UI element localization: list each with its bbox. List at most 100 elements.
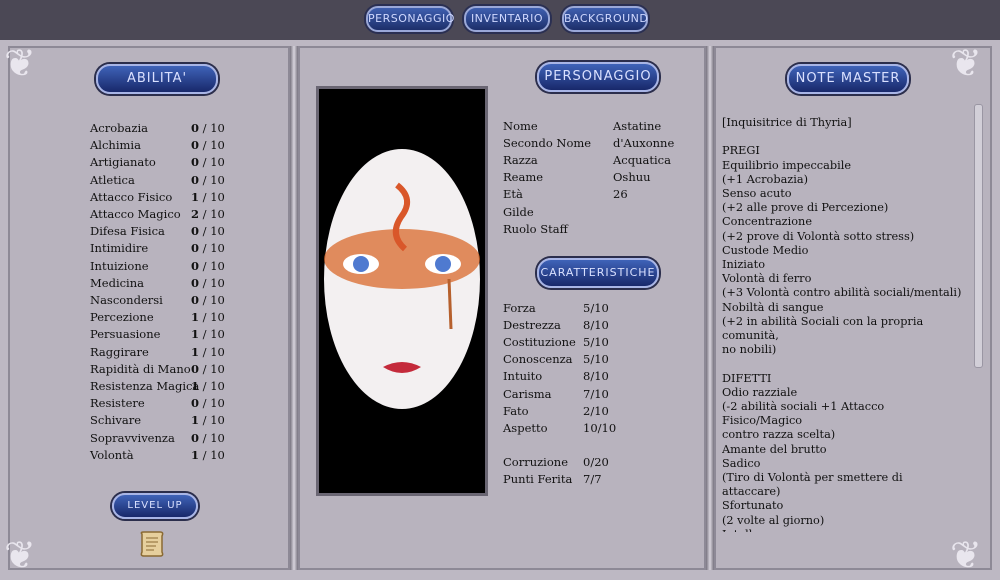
- info-row: Età 26: [503, 186, 693, 202]
- skill-name: Alchimia: [90, 138, 141, 153]
- skill-value: 0 / 10: [191, 396, 225, 411]
- tab-inventario[interactable]: INVENTARIO: [464, 6, 550, 32]
- skill-row: Raggirare 1 / 10: [90, 344, 230, 360]
- skill-value: 0 / 10: [191, 430, 225, 445]
- trait-value: 5/10: [583, 335, 609, 350]
- info-label: Ruolo Staff: [503, 221, 568, 236]
- info-row: Reame Oshuu: [503, 169, 693, 185]
- extra-stat-label: Corruzione: [503, 455, 568, 469]
- skill-row: Alchimia 0 / 10: [90, 137, 230, 153]
- skill-value: 1 / 10: [191, 189, 225, 204]
- skill-name: Raggirare: [90, 344, 149, 359]
- extra-stat-value: 0/20: [583, 455, 609, 469]
- info-label: Razza: [503, 153, 538, 168]
- skill-row: Percezione 1 / 10: [90, 309, 230, 325]
- info-row: Nome Astatine: [503, 118, 693, 134]
- skill-value: 1 / 10: [191, 344, 225, 359]
- info-value: Acquatica: [613, 153, 671, 168]
- character-portrait: [316, 86, 488, 496]
- skill-value: 0 / 10: [191, 224, 225, 239]
- info-label: Reame: [503, 170, 544, 185]
- tab-background[interactable]: BACKGROUND: [562, 6, 648, 32]
- extra-stat-label: Punti Ferita: [503, 472, 573, 487]
- skill-value: 0 / 10: [191, 275, 225, 290]
- info-row: Ruolo Staff: [503, 221, 693, 237]
- skill-row: Artigianato 0 / 10: [90, 154, 230, 170]
- top-navigation-bar: PERSONAGGIO INVENTARIO BACKGROUND: [0, 0, 1000, 42]
- skill-value: 1 / 10: [191, 310, 225, 325]
- trait-label: Forza: [503, 301, 536, 315]
- info-row: Razza Acquatica: [503, 152, 693, 168]
- trait-value: 5/10: [583, 301, 609, 315]
- skill-value: 1 / 10: [191, 413, 225, 428]
- trait-row: Costituzione 5/10: [503, 334, 653, 350]
- skills-title: ABILITA': [96, 64, 218, 94]
- trait-label: Carisma: [503, 386, 552, 401]
- trait-row: Carisma 7/10: [503, 386, 653, 402]
- skill-name: Persuasione: [90, 327, 161, 342]
- trait-row: Aspetto 10/10: [503, 420, 653, 436]
- skill-row: Difesa Fisica 0 / 10: [90, 223, 230, 239]
- trait-value: 8/10: [583, 369, 609, 384]
- notes-title: NOTE MASTER: [787, 64, 909, 94]
- trait-label: Costituzione: [503, 335, 576, 350]
- info-label: Gilde: [503, 204, 534, 219]
- skill-value: 0 / 10: [191, 155, 225, 170]
- skill-row: Attacco Fisico 1 / 10: [90, 189, 230, 205]
- skill-value: 0 / 10: [191, 258, 225, 273]
- scroll-icon[interactable]: [136, 528, 168, 560]
- traits-title: CARATTERISTICHE: [537, 258, 659, 288]
- ornament-corner-icon: ❦: [950, 533, 982, 577]
- skill-name: Volontà: [90, 447, 134, 462]
- skill-name: Resistenza Magica: [90, 379, 200, 393]
- skill-name: Attacco Fisico: [90, 189, 173, 204]
- trait-row: Fato 2/10: [503, 403, 653, 419]
- trait-value: 7/10: [583, 386, 609, 401]
- trait-label: Aspetto: [503, 420, 548, 435]
- skill-row: Intuizione 0 / 10: [90, 258, 230, 274]
- trait-row: Forza 5/10: [503, 300, 653, 316]
- skill-row: Schivare 1 / 10: [90, 412, 230, 428]
- skill-row: Acrobazia 0 / 10: [90, 120, 230, 136]
- notes-scrollbar[interactable]: [974, 104, 983, 368]
- skill-value: 1 / 10: [191, 447, 225, 462]
- info-label: Nome: [503, 119, 538, 133]
- skill-name: Difesa Fisica: [90, 224, 165, 239]
- skill-name: Medicina: [90, 275, 145, 290]
- tab-personaggio[interactable]: PERSONAGGIO: [366, 6, 454, 32]
- skill-value: 0 / 10: [191, 138, 225, 153]
- level-up-button[interactable]: LEVEL UP: [112, 493, 198, 519]
- trait-value: 10/10: [583, 420, 617, 435]
- trait-value: 8/10: [583, 318, 609, 333]
- skill-value: 0 / 10: [191, 172, 225, 187]
- info-label: Secondo Nome: [503, 136, 592, 151]
- skill-row: Volontà 1 / 10: [90, 447, 230, 463]
- trait-label: Fato: [503, 403, 529, 418]
- info-row: Secondo Nome d'Auxonne: [503, 135, 693, 151]
- skill-name: Intuizione: [90, 258, 149, 273]
- portrait-face-icon: [319, 89, 485, 493]
- skill-value: 0 / 10: [191, 121, 225, 135]
- character-title: PERSONAGGIO: [537, 62, 659, 92]
- master-notes-text: [Inquisitrice di Thyria] PREGI Equilibri…: [722, 116, 962, 532]
- skill-value: 0 / 10: [191, 293, 225, 307]
- info-label: Età: [503, 187, 523, 202]
- trait-value: 5/10: [583, 352, 609, 367]
- trait-row: Destrezza 8/10: [503, 317, 653, 333]
- panel-divider: [706, 46, 714, 570]
- skill-name: Rapidità di Mano: [90, 361, 191, 376]
- ornament-corner-icon: ❦: [4, 41, 36, 85]
- skill-row: Nascondersi 0 / 10: [90, 292, 230, 308]
- skill-value: 1 / 10: [191, 327, 225, 342]
- skill-row: Resistere 0 / 10: [90, 395, 230, 411]
- skill-name: Percezione: [90, 310, 154, 325]
- extra-stat-row: Corruzione 0/20: [503, 454, 653, 470]
- skill-value: 0 / 10: [191, 361, 225, 376]
- skill-name: Resistere: [90, 396, 145, 411]
- info-value: Astatine: [613, 119, 662, 133]
- skill-row: Medicina 0 / 10: [90, 275, 230, 291]
- trait-row: Intuito 8/10: [503, 368, 653, 384]
- extra-stat-row: Punti Ferita 7/7: [503, 471, 653, 487]
- skill-row: Atletica 0 / 10: [90, 172, 230, 188]
- skill-name: Atletica: [90, 172, 135, 187]
